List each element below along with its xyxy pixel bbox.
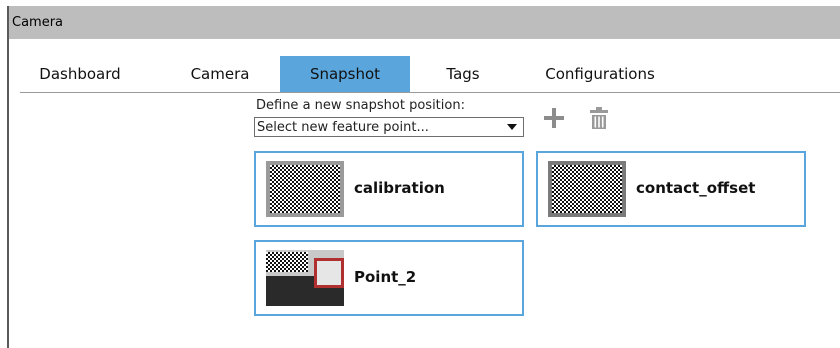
checkerboard-image	[270, 165, 340, 213]
snapshot-card-label: contact_offset	[636, 179, 756, 197]
window-titlebar: Camera	[9, 6, 840, 39]
snapshot-thumbnail	[266, 250, 344, 306]
chevron-down-icon	[507, 124, 517, 130]
checkerboard-image	[552, 165, 622, 213]
snapshot-card-calibration[interactable]: calibration	[254, 151, 524, 227]
tab-camera[interactable]: Camera	[170, 56, 270, 92]
define-snapshot-label: Define a new snapshot position:	[256, 98, 465, 113]
tab-divider	[20, 92, 840, 93]
checkerboard-image	[266, 252, 308, 272]
snapshot-thumbnail	[548, 161, 626, 217]
delete-snapshot-button[interactable]	[588, 106, 610, 130]
tab-bar: Dashboard Camera Snapshot Tags Configura…	[20, 56, 840, 92]
trash-icon	[590, 107, 608, 129]
snapshot-card-contact-offset[interactable]: contact_offset	[536, 151, 806, 227]
snapshot-card-label: calibration	[354, 179, 445, 197]
tab-snapshot[interactable]: Snapshot	[280, 56, 410, 92]
plus-icon	[544, 108, 564, 128]
tab-tags[interactable]: Tags	[418, 56, 508, 92]
snapshot-thumbnail	[266, 161, 344, 217]
tab-configurations[interactable]: Configurations	[520, 56, 680, 92]
scene-object	[314, 258, 344, 288]
feature-point-select-value: Select new feature point...	[257, 120, 429, 135]
add-snapshot-button[interactable]	[542, 106, 566, 130]
window-title: Camera	[12, 15, 64, 30]
tab-dashboard[interactable]: Dashboard	[20, 56, 140, 92]
snapshot-card-label: Point_2	[354, 268, 417, 286]
feature-point-select[interactable]: Select new feature point...	[254, 117, 524, 137]
snapshot-card-point-2[interactable]: Point_2	[254, 240, 524, 316]
